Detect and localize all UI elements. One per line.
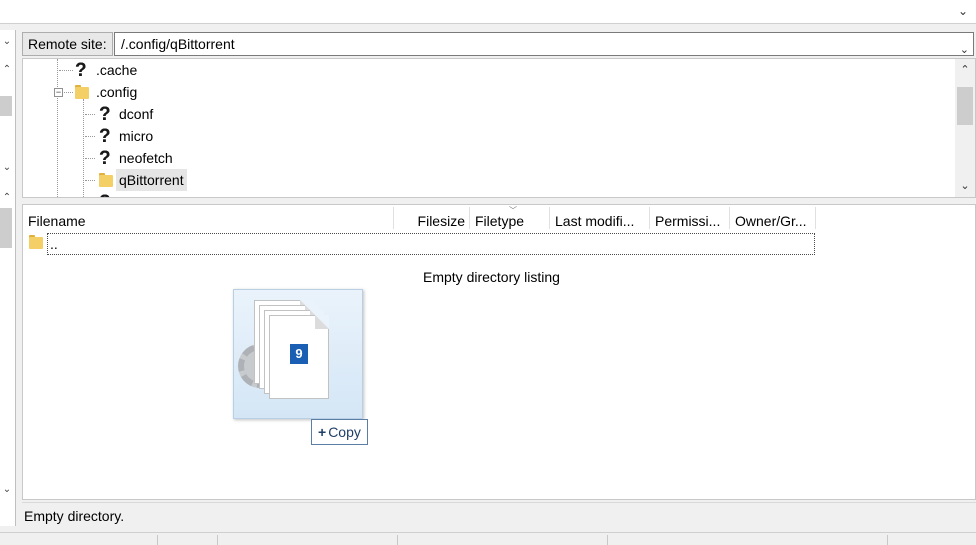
- scroll-thumb[interactable]: [0, 96, 12, 116]
- parent-directory-row[interactable]: ..: [47, 233, 815, 255]
- tree-scrollbar[interactable]: ⌃ ⌄: [955, 59, 975, 197]
- tree-connector: [64, 92, 73, 93]
- tree-item-label: micro: [119, 128, 154, 144]
- column-divider[interactable]: [649, 207, 650, 229]
- remote-site-bar: Remote site: /.config/qBittorrent ⌄: [22, 30, 976, 58]
- remote-path-value: /.config/qBittorrent: [121, 36, 235, 52]
- column-divider[interactable]: [469, 207, 470, 229]
- tree-item-cache[interactable]: ? .cache: [73, 59, 273, 81]
- tree-item-config[interactable]: .config: [73, 81, 273, 103]
- column-divider[interactable]: [729, 207, 730, 229]
- list-header: Filename Filesize ﹀ Filetype Last modifi…: [23, 205, 975, 231]
- folder-icon: [29, 235, 43, 249]
- collapse-toggle[interactable]: −: [54, 88, 63, 97]
- tree-connector: [85, 114, 95, 115]
- scroll-down-icon[interactable]: ⌄: [0, 482, 14, 498]
- tree-item-label: neofetch: [119, 150, 173, 166]
- column-filename[interactable]: Filename: [28, 211, 388, 231]
- column-filesize[interactable]: Filesize: [395, 211, 465, 231]
- tree-item-micro[interactable]: ? micro: [97, 125, 297, 147]
- tree-item-label: .cache: [96, 62, 138, 78]
- question-icon: ?: [75, 60, 89, 81]
- empty-listing-message: Empty directory listing: [423, 269, 560, 285]
- plus-icon: +: [318, 424, 327, 440]
- tree-item-qbittorrent[interactable]: qBittorrent: [97, 169, 297, 191]
- scroll-up-icon[interactable]: ⌃: [0, 190, 14, 206]
- tree-item-neofetch[interactable]: ? neofetch: [97, 147, 297, 169]
- tree-connector: [85, 158, 95, 159]
- list-status-bar: Empty directory.: [22, 502, 976, 528]
- tree-connector: [57, 59, 58, 197]
- tree-item-label: qBittorrent: [116, 169, 187, 191]
- question-icon: ?: [99, 192, 113, 197]
- tree-connector: [83, 99, 84, 197]
- chevron-down-icon[interactable]: ⌄: [0, 34, 14, 50]
- column-last-modified[interactable]: Last modifi...: [555, 211, 647, 231]
- local-pane-scrollbar[interactable]: ⌄ ⌃ ⌄ ⌃ ⌄: [0, 30, 16, 526]
- top-filter-strip: ⌄: [0, 0, 976, 24]
- column-divider[interactable]: [815, 207, 816, 229]
- tree-item-dconf[interactable]: ? dconf: [97, 103, 297, 125]
- folder-icon: [75, 85, 89, 99]
- remote-site-label: Remote site:: [22, 32, 113, 56]
- scroll-down-icon[interactable]: ⌄: [0, 160, 14, 176]
- tree-item-partial[interactable]: ?: [97, 191, 297, 197]
- scroll-thumb[interactable]: [0, 208, 12, 248]
- column-filetype[interactable]: Filetype: [475, 211, 547, 231]
- scroll-thumb[interactable]: [957, 87, 973, 125]
- tree-connector: [85, 180, 95, 181]
- scroll-up-icon[interactable]: ⌃: [0, 62, 14, 78]
- status-text: Empty directory.: [24, 508, 125, 524]
- scroll-up-icon[interactable]: ⌃: [955, 61, 975, 79]
- remote-path-combobox[interactable]: /.config/qBittorrent ⌄: [114, 32, 974, 56]
- remote-file-list[interactable]: Filename Filesize ﹀ Filetype Last modifi…: [22, 204, 976, 500]
- item-count-badge: 9: [290, 344, 308, 364]
- column-divider[interactable]: [549, 207, 550, 229]
- column-owner-group[interactable]: Owner/Gr...: [735, 211, 815, 231]
- scroll-down-icon[interactable]: ⌄: [955, 177, 975, 195]
- tree-connector: [59, 70, 73, 71]
- question-icon: ?: [99, 126, 113, 147]
- tree-item-label: dconf: [119, 106, 154, 122]
- drag-preview: 9: [233, 289, 363, 419]
- folder-icon: [99, 173, 113, 187]
- copy-drop-tooltip: + Copy: [311, 419, 368, 445]
- column-divider[interactable]: [393, 207, 394, 229]
- question-icon: ?: [99, 148, 113, 169]
- remote-directory-tree[interactable]: − ? .cache .config ? dconf ? micro ? neo…: [22, 58, 976, 198]
- chevron-down-icon[interactable]: ⌄: [954, 2, 972, 20]
- column-permissions[interactable]: Permissi...: [655, 211, 727, 231]
- tree-item-label: .config: [96, 84, 138, 100]
- bottom-status-strip: [0, 532, 976, 545]
- tree-connector: [85, 136, 95, 137]
- question-icon: ?: [99, 104, 113, 125]
- copy-label: Copy: [328, 424, 361, 440]
